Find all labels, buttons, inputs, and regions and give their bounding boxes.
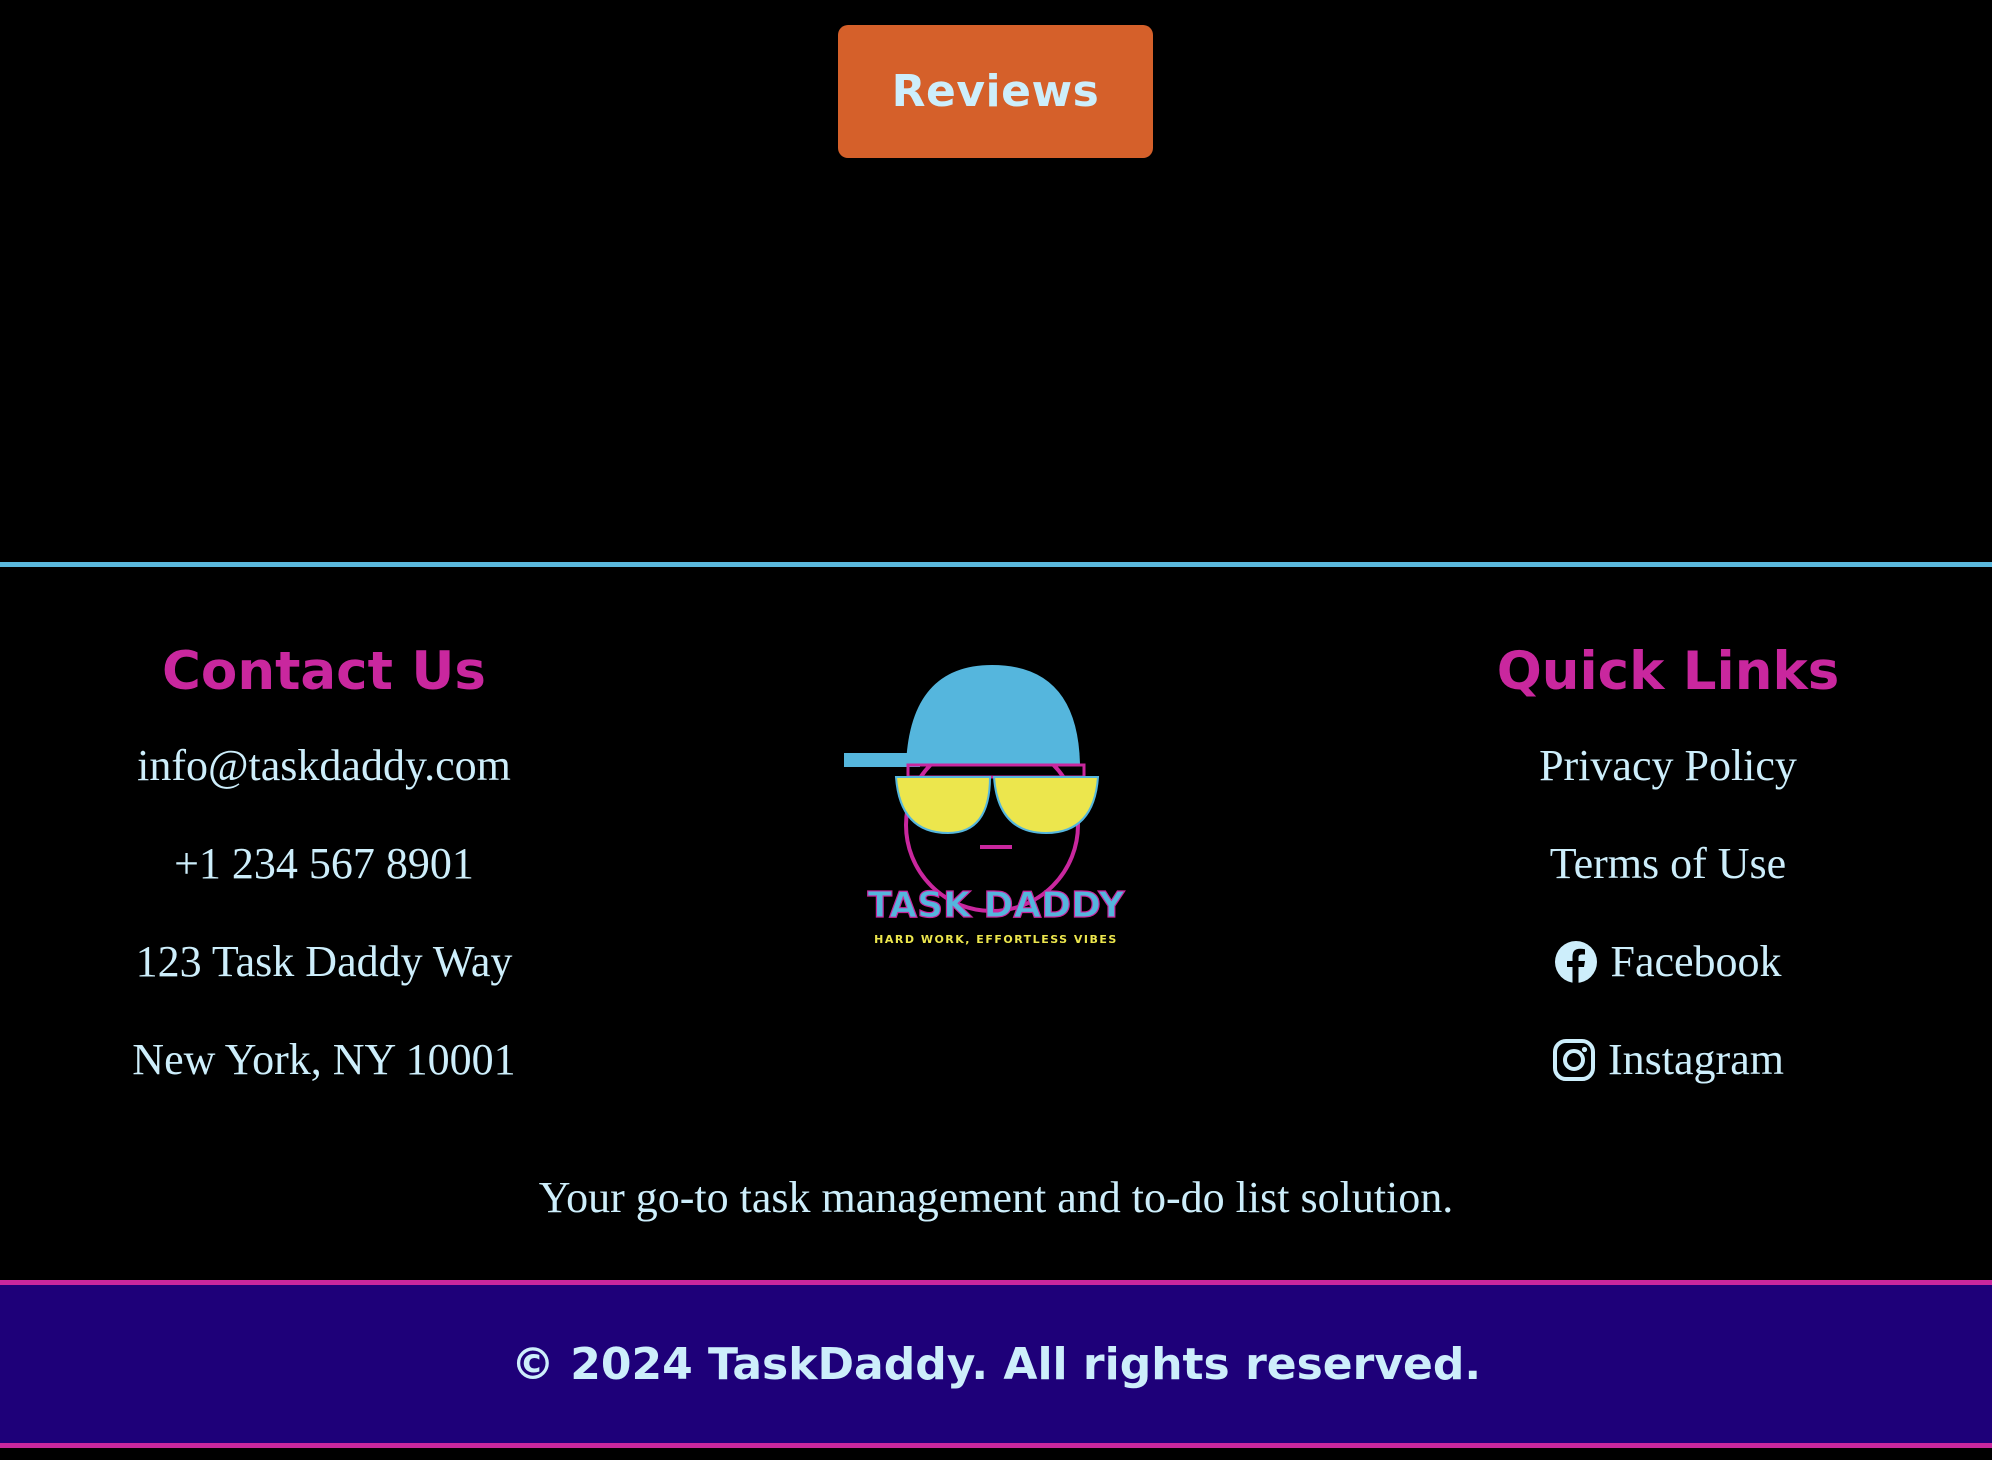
copyright-bar: © 2024 TaskDaddy. All rights reserved. xyxy=(0,1280,1992,1448)
contact-email-text: info@taskdaddy.com xyxy=(137,741,511,790)
facebook-label: Facebook xyxy=(1610,937,1782,986)
taskdaddy-logo: TASK DADDY HARD WORK, EFFORTLESS VIBES xyxy=(840,655,1152,975)
contact-address-line1: 123 Task Daddy Way xyxy=(135,937,513,986)
privacy-policy-link[interactable]: Privacy Policy xyxy=(1344,717,1992,815)
terms-of-use-link[interactable]: Terms of Use xyxy=(1344,815,1992,913)
instagram-icon xyxy=(1552,1038,1596,1082)
svg-text:HARD WORK, EFFORTLESS VIBES: HARD WORK, EFFORTLESS VIBES xyxy=(874,933,1118,946)
instagram-label: Instagram xyxy=(1608,1035,1784,1084)
contact-email[interactable]: info@taskdaddy.com xyxy=(0,717,648,815)
facebook-link[interactable]: Facebook xyxy=(1344,913,1992,1011)
reviews-button[interactable]: Reviews xyxy=(838,25,1153,158)
site-footer: Contact Us info@taskdaddy.com +1 234 567… xyxy=(0,562,1992,1287)
instagram-link[interactable]: Instagram xyxy=(1344,1011,1992,1109)
contact-phone[interactable]: +1 234 567 8901 xyxy=(0,815,648,913)
terms-of-use-label: Terms of Use xyxy=(1549,839,1787,888)
contact-heading: Contact Us xyxy=(162,641,486,702)
contact-address-line2: New York, NY 10001 xyxy=(132,1035,516,1084)
quick-links-column: Quick Links Privacy Policy Terms of Use … xyxy=(1344,627,1992,1109)
quick-links-heading: Quick Links xyxy=(1496,641,1840,702)
contact-column: Contact Us info@taskdaddy.com +1 234 567… xyxy=(0,627,648,1109)
privacy-policy-label: Privacy Policy xyxy=(1539,741,1797,790)
taskdaddy-logo-graphic: TASK DADDY HARD WORK, EFFORTLESS VIBES xyxy=(844,665,1126,946)
svg-text:TASK DADDY: TASK DADDY xyxy=(868,885,1126,926)
copyright-text: © 2024 TaskDaddy. All rights reserved. xyxy=(510,1338,1482,1390)
footer-tagline: Your go-to task management and to-do lis… xyxy=(538,1173,1454,1222)
contact-phone-text: +1 234 567 8901 xyxy=(174,839,474,888)
reviews-section: Reviews xyxy=(0,0,1992,564)
facebook-icon xyxy=(1554,940,1598,984)
